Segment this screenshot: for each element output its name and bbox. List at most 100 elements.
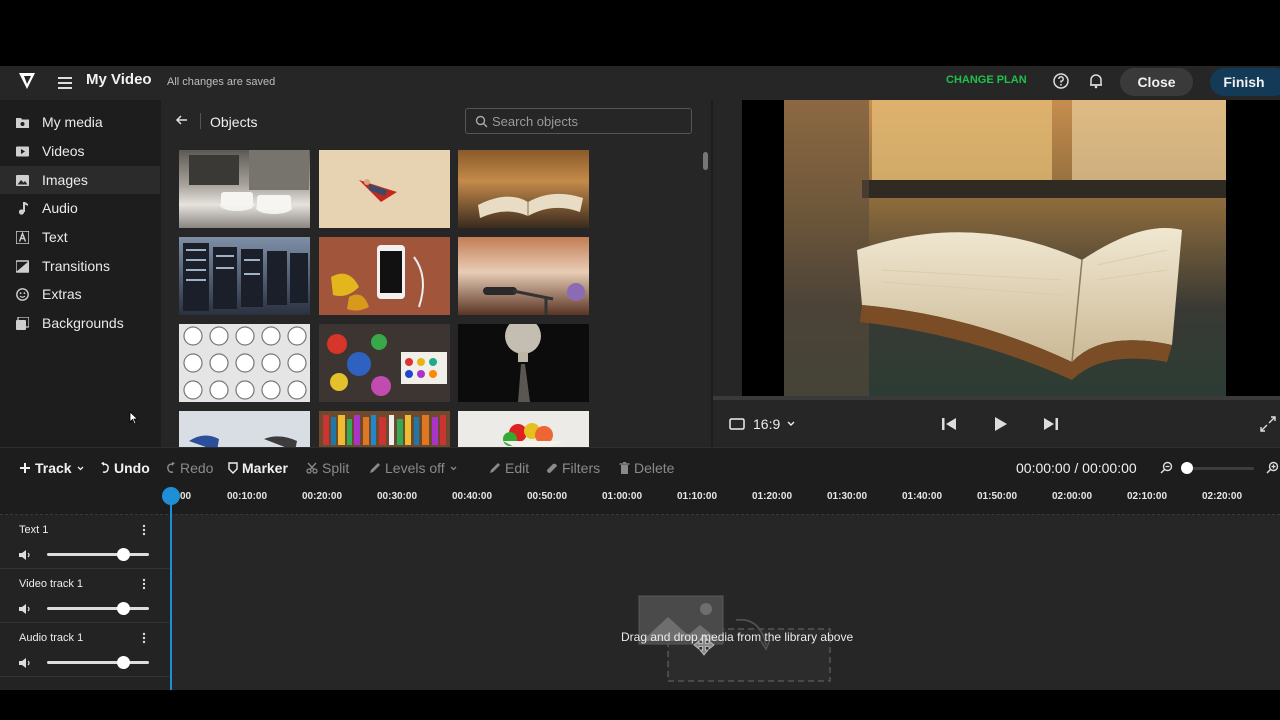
- music-note-icon: [18, 201, 28, 215]
- search-input[interactable]: [492, 113, 682, 129]
- more-options-icon[interactable]: [141, 631, 147, 645]
- tick-label: 01:00:00: [602, 491, 643, 502]
- logo-icon[interactable]: [18, 72, 36, 90]
- levels-dropdown[interactable]: Levels off: [369, 460, 461, 476]
- skip-forward-icon[interactable]: [1041, 415, 1061, 433]
- volume-slider-track[interactable]: [47, 661, 149, 664]
- trash-icon: [619, 462, 630, 474]
- volume-icon[interactable]: [18, 549, 32, 561]
- folder-icon: [16, 117, 29, 128]
- pencil-icon: [370, 463, 380, 473]
- tick-label: 02:20:00: [1202, 491, 1243, 502]
- open-book-image[interactable]: [458, 150, 589, 228]
- change-plan-link[interactable]: CHANGE PLAN: [946, 74, 1027, 86]
- phone-on-wood-image[interactable]: [319, 237, 450, 315]
- sidebar-item-extras[interactable]: Extras: [0, 280, 160, 308]
- search-icon: [475, 115, 488, 127]
- track-name[interactable]: Video track 1: [19, 578, 83, 590]
- timeline-ruler[interactable]: 00 00:10:00 00:20:00 00:30:00 00:40:00 0…: [0, 485, 1280, 515]
- pencil-icon: [490, 463, 500, 473]
- sidebar-item-backgrounds[interactable]: Backgrounds: [0, 309, 160, 337]
- volume-slider-handle[interactable]: [117, 602, 130, 615]
- sidebar-item-images[interactable]: Images: [0, 166, 160, 194]
- volume-slider-track[interactable]: [47, 553, 149, 556]
- image-icon: [16, 174, 29, 186]
- track-name[interactable]: Audio track 1: [19, 632, 83, 644]
- light-bulb-image[interactable]: [458, 324, 589, 402]
- delete-button[interactable]: Delete: [619, 460, 674, 476]
- sidebar-item-videos[interactable]: Videos: [0, 137, 160, 165]
- volume-icon[interactable]: [18, 657, 32, 669]
- skip-back-icon[interactable]: [939, 415, 959, 433]
- save-status: All changes are saved: [167, 76, 276, 88]
- finish-button[interactable]: Finish: [1210, 68, 1280, 96]
- track-name[interactable]: Text 1: [19, 524, 48, 536]
- help-icon[interactable]: [1052, 72, 1070, 90]
- more-options-icon[interactable]: [141, 577, 147, 591]
- undo-icon: [101, 462, 109, 473]
- transition-icon: [16, 259, 29, 273]
- sidebar: My media Videos Images Audio Text Transi…: [0, 100, 160, 447]
- redo-button[interactable]: Redo: [166, 460, 213, 476]
- preview-stage[interactable]: [742, 100, 1280, 396]
- back-arrow-icon[interactable]: [175, 113, 189, 127]
- aspect-ratio-dropdown[interactable]: 16:9: [729, 416, 795, 432]
- coffee-machine-image[interactable]: [179, 150, 310, 228]
- add-track-button[interactable]: Track: [19, 460, 88, 476]
- library-scrollbar[interactable]: [703, 152, 708, 170]
- volume-slider-handle[interactable]: [117, 656, 130, 669]
- sidebar-item-transitions[interactable]: Transitions: [0, 252, 160, 280]
- sidebar-item-label: Text: [42, 229, 68, 245]
- aspect-ratio-icon: [729, 418, 745, 430]
- play-icon[interactable]: [990, 415, 1010, 433]
- bell-icon[interactable]: [1087, 72, 1105, 90]
- timeline-drop-zone[interactable]: Drag and drop media from the library abo…: [172, 515, 1280, 690]
- marker-button[interactable]: Marker: [228, 460, 288, 476]
- search-box[interactable]: [465, 108, 692, 134]
- split-button[interactable]: Split: [306, 460, 349, 476]
- track-header: Audio track 1: [0, 623, 170, 677]
- chevron-down-icon: [787, 421, 795, 426]
- filters-button[interactable]: Filters: [546, 460, 600, 476]
- playhead-handle[interactable]: [162, 487, 180, 505]
- edit-button[interactable]: Edit: [489, 460, 529, 476]
- volume-icon[interactable]: [18, 603, 32, 615]
- chevron-down-icon: [77, 466, 84, 470]
- paint-palette-image[interactable]: [319, 324, 450, 402]
- delete-label: Delete: [634, 460, 675, 476]
- filters-icon: [547, 463, 557, 473]
- microphone-image[interactable]: [458, 237, 589, 315]
- fullscreen-icon[interactable]: [1258, 415, 1278, 433]
- undo-button[interactable]: Undo: [100, 460, 150, 476]
- zoom-in-icon[interactable]: [1266, 461, 1279, 474]
- volume-slider-handle[interactable]: [117, 548, 130, 561]
- bookshelf-image[interactable]: [319, 411, 450, 447]
- shoes-image[interactable]: [179, 411, 310, 447]
- more-options-icon[interactable]: [141, 523, 147, 537]
- sidebar-item-text[interactable]: Text: [0, 223, 160, 251]
- sidebar-item-my-media[interactable]: My media: [0, 108, 160, 136]
- preview-frame-image: [784, 100, 1226, 396]
- server-racks-image[interactable]: [179, 237, 310, 315]
- tick-label: 00:30:00: [377, 491, 418, 502]
- clocks-grid-image[interactable]: [179, 324, 310, 402]
- playhead-line[interactable]: [170, 504, 172, 690]
- redo-label: Redo: [180, 460, 214, 476]
- fruit-bowl-image[interactable]: [458, 411, 589, 447]
- sidebar-item-audio[interactable]: Audio: [0, 194, 160, 222]
- project-title[interactable]: My Video: [86, 71, 152, 88]
- zoom-out-icon[interactable]: [1160, 461, 1173, 474]
- zoom-slider-track[interactable]: [1186, 467, 1254, 470]
- zoom-slider-handle[interactable]: [1181, 462, 1193, 474]
- undo-label: Undo: [114, 460, 150, 476]
- media-library: Objects: [161, 100, 711, 447]
- levels-label: Levels off: [385, 460, 445, 476]
- redo-icon: [167, 462, 175, 473]
- menu-icon[interactable]: [58, 75, 72, 89]
- flying-superhero-image[interactable]: [319, 150, 450, 228]
- volume-slider-track[interactable]: [47, 607, 149, 610]
- close-button[interactable]: Close: [1120, 68, 1193, 96]
- preview-progress-bar[interactable]: [713, 396, 1280, 400]
- timeline-toolbar: Track Undo Redo Marker Split Levels off …: [0, 447, 1280, 485]
- sidebar-item-label: Videos: [42, 143, 85, 159]
